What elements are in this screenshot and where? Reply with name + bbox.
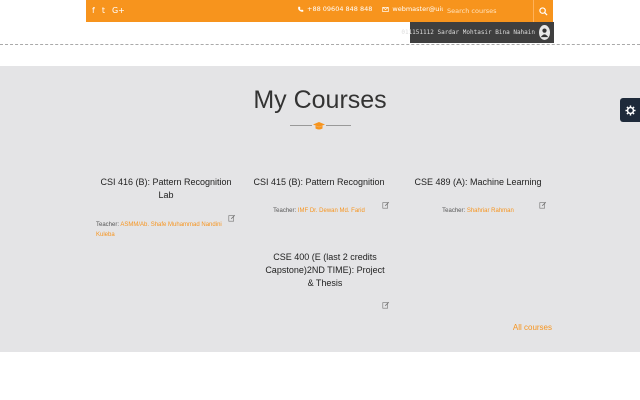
course-teacher: Teacher: IMF Dr. Dewan Md. Farid bbox=[248, 206, 390, 216]
course-title[interactable]: CSE 489 (A): Machine Learning bbox=[406, 176, 550, 189]
search-button[interactable] bbox=[533, 0, 553, 22]
phone-contact: +88 09604 848 848 bbox=[297, 5, 372, 13]
course-title[interactable]: CSI 415 (B): Pattern Recognition bbox=[248, 176, 390, 189]
avatar[interactable] bbox=[539, 25, 550, 40]
gear-icon bbox=[624, 104, 636, 116]
google-plus-icon[interactable]: G+ bbox=[112, 5, 125, 17]
course-title[interactable]: CSE 400 (E (last 2 credits Capstone)2ND … bbox=[262, 251, 388, 290]
teacher-label: Teacher: bbox=[442, 208, 466, 214]
settings-tab[interactable] bbox=[620, 98, 640, 122]
course-card[interactable]: CSI 415 (B): Pattern Recognition Teacher… bbox=[248, 176, 390, 216]
phone-number: +88 09604 848 848 bbox=[307, 5, 373, 13]
course-teacher: Teacher: Shahriar Rahman bbox=[406, 206, 550, 216]
graduation-cap-icon bbox=[312, 120, 326, 131]
page-title: My Courses bbox=[253, 86, 387, 114]
teacher-link[interactable]: IMF Dr. Dewan Md. Farid bbox=[298, 208, 365, 214]
course-card[interactable]: CSE 489 (A): Machine Learning Teacher: S… bbox=[406, 176, 550, 216]
header-divider bbox=[0, 44, 640, 45]
top-bar: f t G+ +88 09604 848 848 webmaster@uiu.a… bbox=[0, 0, 640, 22]
edit-icon[interactable] bbox=[382, 194, 390, 209]
course-card[interactable]: CSI 416 (B): Pattern Recognition Lab Tea… bbox=[92, 176, 240, 240]
twitter-icon[interactable]: t bbox=[102, 5, 105, 17]
search-input[interactable] bbox=[443, 3, 531, 19]
contact-info: +88 09604 848 848 webmaster@uiu.ac.bd bbox=[297, 5, 465, 13]
user-menu[interactable]: 011151112 Sardar Mohtasir Bina Nahain bbox=[401, 22, 554, 43]
user-name[interactable]: 011151112 Sardar Mohtasir Bina Nahain bbox=[401, 29, 535, 36]
course-card[interactable]: CSE 400 (E (last 2 credits Capstone)2ND … bbox=[262, 251, 390, 309]
edit-icon[interactable] bbox=[228, 207, 236, 222]
edit-icon[interactable] bbox=[382, 294, 390, 309]
social-links: f t G+ bbox=[92, 5, 125, 17]
facebook-icon[interactable]: f bbox=[92, 5, 95, 17]
search-icon bbox=[539, 6, 548, 16]
course-title[interactable]: CSI 416 (B): Pattern Recognition Lab bbox=[92, 176, 240, 202]
main-content: My Courses CSI 416 (B): Pattern Recognit… bbox=[0, 66, 640, 352]
teacher-label: Teacher: bbox=[96, 222, 120, 228]
user-avatar-icon bbox=[540, 28, 549, 38]
course-teacher: Teacher: ASMM/Ab. Shafe Muhammad Nandini… bbox=[92, 220, 240, 240]
teacher-label: Teacher: bbox=[273, 208, 297, 214]
phone-icon bbox=[298, 6, 304, 12]
envelope-icon bbox=[382, 6, 390, 12]
edit-icon[interactable] bbox=[539, 194, 547, 209]
all-courses-link[interactable]: All courses bbox=[513, 323, 552, 332]
teacher-link[interactable]: Shahriar Rahman bbox=[467, 208, 514, 214]
